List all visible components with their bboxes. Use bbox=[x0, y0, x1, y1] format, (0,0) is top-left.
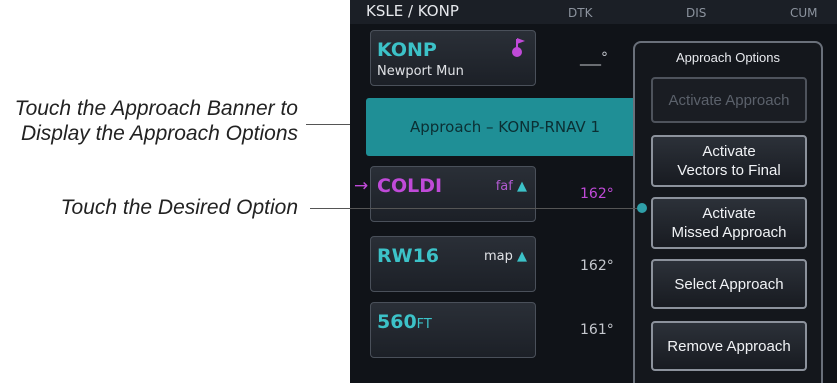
callout-banner-line1: Touch the Approach Banner to bbox=[14, 97, 298, 120]
column-dtk: DTK bbox=[568, 6, 593, 20]
destination-dtk: ___° bbox=[580, 50, 608, 66]
activate-vectors-to-final-button[interactable]: Activate Vectors to Final bbox=[651, 135, 807, 187]
waypoint-dtk: 161° bbox=[580, 322, 614, 338]
remove-approach-button[interactable]: Remove Approach bbox=[651, 321, 807, 371]
approach-banner-label: Approach – KONP-RNAV 1 bbox=[410, 118, 600, 136]
active-leg-arrow-icon: → bbox=[354, 176, 369, 196]
route-title: KSLE / KONP bbox=[366, 2, 459, 20]
destination-ident: KONP bbox=[377, 39, 437, 61]
airport-flag-icon bbox=[512, 38, 525, 57]
triangle-up-icon: ▲ bbox=[517, 179, 527, 194]
popup-title: Approach Options bbox=[675, 50, 781, 65]
waypoint-leg-type: faf ▲ bbox=[495, 179, 527, 194]
approach-banner[interactable]: Approach – KONP-RNAV 1 bbox=[366, 98, 666, 156]
waypoint-ident: RW16 bbox=[377, 245, 440, 267]
callout-desired-option: Touch the Desired Option bbox=[0, 195, 298, 220]
waypoint-ident: 560FT bbox=[377, 311, 432, 333]
activate-approach-button[interactable]: Activate Approach bbox=[651, 77, 807, 123]
flight-plan-header: KSLE / KONP DTK DIS CUM bbox=[350, 0, 837, 24]
waypoint-leg-type: map ▲ bbox=[483, 249, 527, 264]
waypoint-dtk: 162° bbox=[580, 258, 614, 274]
activate-missed-approach-button[interactable]: Activate Missed Approach bbox=[651, 197, 807, 249]
triangle-up-icon: ▲ bbox=[517, 249, 527, 264]
callout-approach-banner: Touch the Approach Banner to Display the… bbox=[0, 96, 298, 146]
waypoint-dtk: 162° bbox=[580, 186, 614, 202]
altitude-unit: FT bbox=[416, 317, 432, 332]
approach-options-popup: Approach Options Activate Approach Activ… bbox=[633, 41, 823, 383]
column-cum: CUM bbox=[790, 6, 818, 20]
waypoint-ident: COLDI bbox=[377, 175, 443, 197]
destination-name: Newport Mun bbox=[377, 64, 464, 79]
waypoint-button-coldi[interactable]: COLDI faf ▲ bbox=[370, 166, 536, 222]
leader-dot-option bbox=[637, 203, 647, 213]
column-dis: DIS bbox=[686, 6, 707, 20]
callout-option-text: Touch the Desired Option bbox=[60, 196, 298, 219]
waypoint-button-rw16[interactable]: RW16 map ▲ bbox=[370, 236, 536, 292]
select-approach-button[interactable]: Select Approach bbox=[651, 259, 807, 309]
callout-banner-line2: Display the Approach Options bbox=[20, 122, 298, 145]
destination-button[interactable]: KONP Newport Mun bbox=[370, 30, 536, 86]
leader-line-option bbox=[310, 208, 642, 209]
waypoint-button-altitude[interactable]: 560FT bbox=[370, 302, 536, 358]
